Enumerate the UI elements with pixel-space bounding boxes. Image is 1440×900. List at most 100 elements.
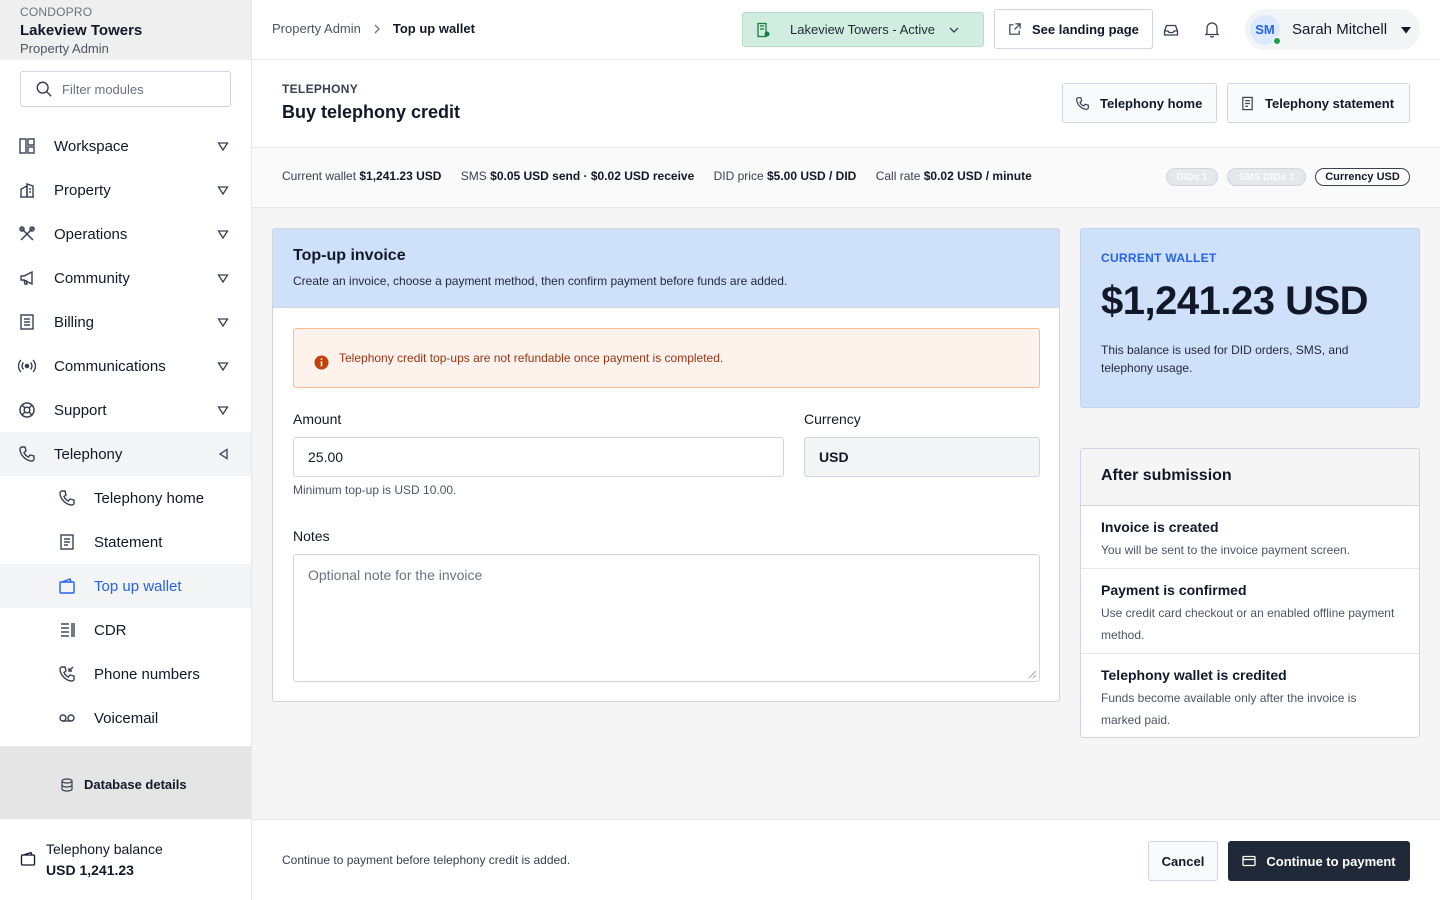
caret-down-icon: [217, 186, 229, 196]
caret-left-icon: [218, 448, 228, 460]
stat-wallet: Current wallet $1,241.23 USD: [282, 169, 442, 183]
sidebar-item-operations[interactable]: Operations: [0, 212, 251, 256]
resize-grip-icon[interactable]: [1028, 670, 1037, 679]
list-icon: [61, 623, 75, 637]
document-icon: [60, 534, 74, 550]
wallet-description: This balance is used for DID orders, SMS…: [1101, 343, 1349, 375]
step-invoice-created: Invoice is created You will be sent to t…: [1081, 506, 1419, 569]
telephony-statement-label: Telephony statement: [1265, 95, 1395, 111]
amount-hint: Minimum top-up is USD 10.00.: [293, 483, 457, 497]
sms-dids-count-badge: SMS DIDs 1: [1227, 168, 1306, 186]
phone-incoming-icon: [59, 666, 75, 682]
brand-block: CONDOPRO Lakeview Towers Property Admin: [0, 0, 251, 60]
refund-warning-text: Telephony credit top-ups are not refunda…: [339, 351, 724, 365]
caret-down-icon: [217, 406, 229, 416]
sidebar-item-label: Community: [54, 269, 130, 287]
sidebar-item-support[interactable]: Support: [0, 388, 251, 432]
wallet-icon: [59, 578, 75, 594]
notes-textarea[interactable]: Optional note for the invoice: [293, 554, 1040, 682]
user-menu[interactable]: SM Sarah Mitchell: [1245, 9, 1420, 50]
brand-property: Lakeview Towers: [20, 22, 143, 39]
building-check-icon: [757, 22, 770, 37]
credit-card-icon: [1242, 855, 1257, 867]
sidebar-item-label: Billing: [54, 313, 95, 331]
workspace-icon: [19, 138, 35, 154]
breadcrumb-current: Top up wallet: [392, 21, 475, 36]
bell-icon[interactable]: [1204, 21, 1220, 38]
sidebar: CONDOPRO Lakeview Towers Property Admin …: [0, 0, 252, 900]
page-title: Buy telephony credit: [282, 102, 461, 122]
balance-value: USD 1,241.23: [46, 862, 134, 878]
continue-to-payment-button[interactable]: Continue to payment: [1228, 841, 1410, 881]
stat-call-rate: Call rate $0.02 USD / minute: [875, 169, 1032, 183]
info-icon: [314, 355, 329, 369]
sidebar-item-label: Telephony: [54, 445, 123, 463]
broadcast-icon: [18, 359, 36, 373]
sidebar-item-top-up-wallet[interactable]: Top up wallet: [0, 564, 251, 608]
chevron-right-icon: [374, 24, 380, 33]
sidebar-item-property[interactable]: Property: [0, 168, 251, 212]
filter-modules-input[interactable]: Filter modules: [20, 71, 231, 107]
database-details-area: Database details: [0, 746, 251, 818]
sidebar-subitem-label: Telephony home: [94, 489, 205, 507]
sidebar-item-label: Communications: [54, 357, 166, 375]
sidebar-item-cdr[interactable]: CDR: [0, 608, 251, 652]
caret-down-icon: [217, 142, 229, 152]
step-description: Use credit card checkout or an enabled o…: [1101, 606, 1395, 642]
sidebar-subitem-label: Voicemail: [94, 709, 159, 727]
inbox-icon[interactable]: [1163, 22, 1179, 38]
breadcrumb-property-admin[interactable]: Property Admin: [272, 21, 361, 36]
dids-count-badge: DIDs 1: [1166, 168, 1218, 186]
sidebar-item-telephony[interactable]: Telephony: [0, 432, 251, 476]
cancel-button[interactable]: Cancel: [1148, 841, 1218, 881]
sidebar-item-workspace[interactable]: Workspace: [0, 124, 251, 168]
caret-down-icon: [217, 362, 229, 372]
sidebar-item-voicemail[interactable]: Voicemail: [0, 696, 251, 740]
sidebar-subitem-label: Top up wallet: [94, 577, 182, 595]
receipt-icon: [20, 314, 34, 330]
after-submission-card: After submission Invoice is created You …: [1080, 448, 1420, 738]
brand-role: Property Admin: [20, 41, 109, 56]
brand-org: CONDOPRO: [20, 5, 93, 19]
telephony-home-label: Telephony home: [1100, 95, 1203, 111]
current-wallet-card: CURRENT WALLET $1,241.23 USD This balanc…: [1080, 228, 1420, 408]
notes-placeholder: Optional note for the invoice: [308, 567, 483, 583]
footer-note: Continue to payment before telephony cre…: [282, 853, 571, 867]
sidebar-item-phone-numbers[interactable]: Phone numbers: [0, 652, 251, 696]
sidebar-subitem-label: CDR: [94, 621, 127, 639]
step-title: Payment is confirmed: [1101, 582, 1247, 598]
page-header: TELEPHONY Buy telephony credit Telephony…: [252, 60, 1440, 148]
notes-label: Notes: [293, 528, 330, 544]
database-details-button[interactable]: Database details: [60, 777, 187, 792]
invoice-card-header: Top-up invoice Create an invoice, choose…: [273, 229, 1059, 308]
chevron-down-icon: [949, 27, 959, 33]
caret-down-icon: [1401, 26, 1412, 33]
page-eyebrow: TELEPHONY: [282, 82, 359, 96]
sidebar-item-statement[interactable]: Statement: [0, 520, 251, 564]
see-landing-page-button[interactable]: See landing page: [994, 9, 1153, 49]
currency-badge: Currency USD: [1315, 168, 1410, 186]
search-icon: [36, 81, 52, 97]
telephony-submenu: Telephony home Statement Top up wallet C…: [0, 476, 251, 740]
rates-summary-bar: Current wallet $1,241.23 USD SMS $0.05 U…: [252, 148, 1440, 208]
telephony-statement-button[interactable]: Telephony statement: [1227, 83, 1410, 123]
sidebar-item-communications[interactable]: Communications: [0, 344, 251, 388]
sidebar-item-billing[interactable]: Billing: [0, 300, 251, 344]
phone-icon: [19, 446, 35, 462]
rates-summary: Current wallet $1,241.23 USD SMS $0.05 U…: [282, 169, 1048, 183]
tools-icon: [19, 226, 35, 241]
sidebar-item-telephony-home[interactable]: Telephony home: [0, 476, 251, 520]
sidebar-subitem-label: Phone numbers: [94, 665, 200, 683]
property-select[interactable]: Lakeview Towers - Active: [742, 12, 984, 47]
user-name: Sarah Mitchell: [1292, 21, 1388, 38]
document-icon: [1242, 96, 1253, 110]
telephony-home-button[interactable]: Telephony home: [1062, 83, 1217, 123]
property-select-value: Lakeview Towers - Active: [790, 22, 935, 37]
avatar-initials: SM: [1255, 22, 1275, 37]
sidebar-item-community[interactable]: Community: [0, 256, 251, 300]
wallet-icon: [20, 851, 36, 866]
balance-label: Telephony balance: [46, 841, 163, 857]
amount-input[interactable]: 25.00: [293, 437, 784, 477]
wallet-amount: $1,241.23 USD: [1101, 279, 1369, 323]
sidebar-subitem-label: Statement: [94, 533, 163, 551]
